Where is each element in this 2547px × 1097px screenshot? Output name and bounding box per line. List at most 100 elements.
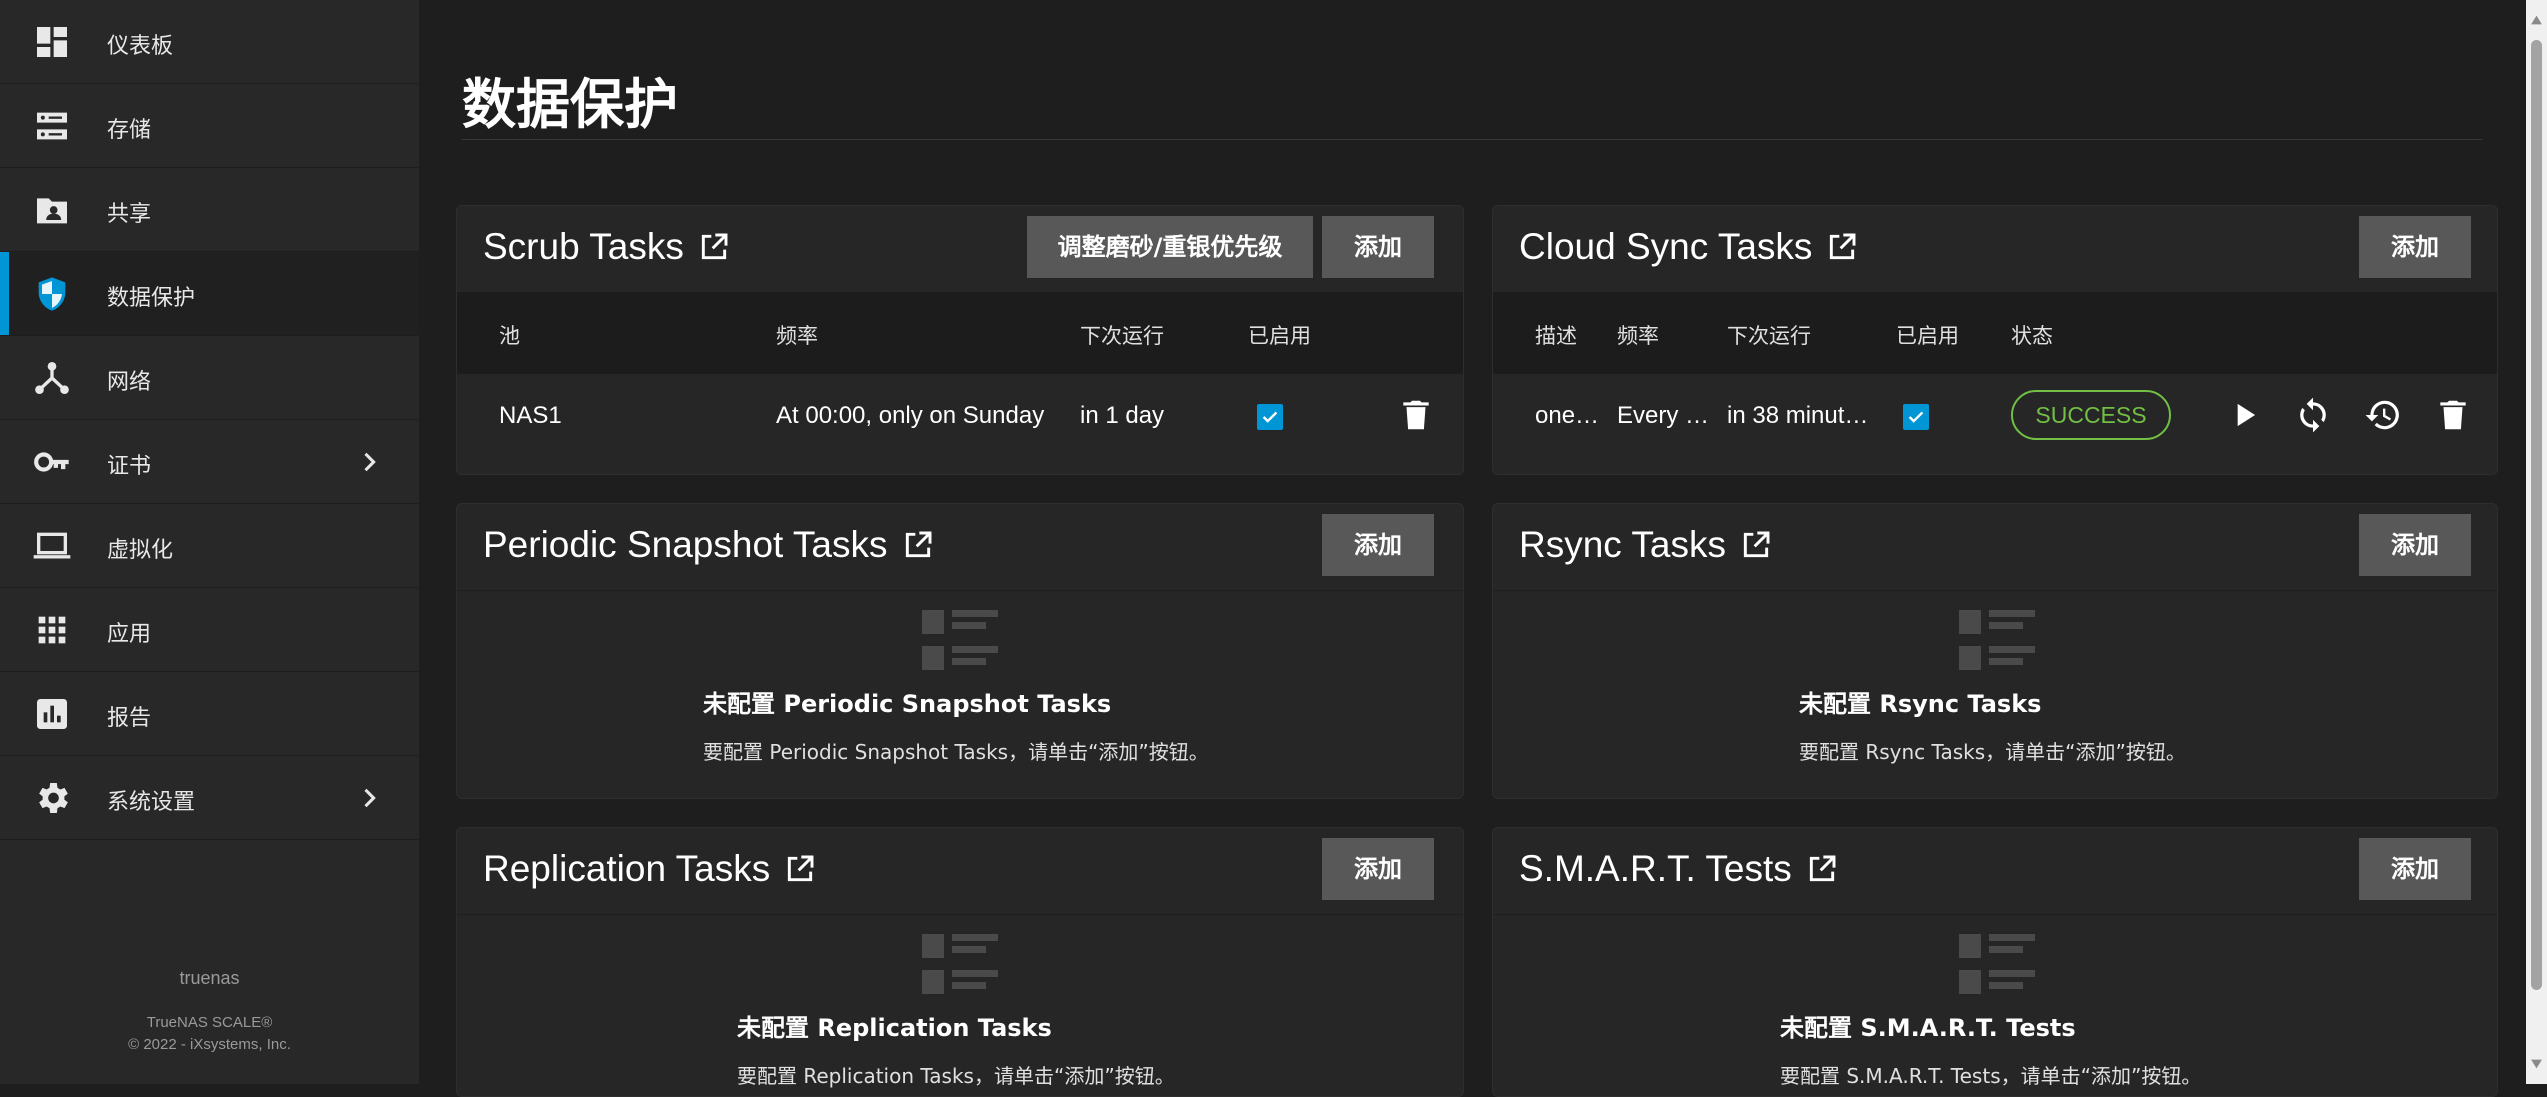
- laptop-icon: [32, 526, 72, 566]
- table-row[interactable]: NAS1 At 00:00, only on Sunday in 1 day: [457, 374, 1463, 458]
- storage-icon: [32, 106, 72, 146]
- empty-state-message: 要配置 Periodic Snapshot Tasks，请单击“添加”按钮。: [703, 740, 1209, 764]
- next-run-cell: in 38 minut…: [1727, 402, 1869, 429]
- delete-icon[interactable]: [2434, 396, 2472, 434]
- empty-list-icon: [922, 610, 998, 672]
- sidebar: 仪表板 存储 共享 数据保护 网络 证书 虚拟化 应用 报告 系统设置 true…: [0, 0, 419, 1084]
- cloud-sync-tasks-card: Cloud Sync Tasks 添加 描述 频率 下次运行 已启用 状态 on…: [1492, 205, 2498, 475]
- sync-icon[interactable]: [2294, 396, 2332, 434]
- empty-list-icon: [1959, 934, 2035, 996]
- scrollbar-thumb[interactable]: [2531, 40, 2542, 990]
- column-header: 状态: [2011, 324, 2053, 348]
- sidebar-item-label: 证书: [107, 454, 152, 479]
- column-header: 已启用: [1248, 324, 1311, 348]
- check-icon: [1262, 411, 1278, 423]
- next-run-cell: in 1 day: [1080, 402, 1165, 429]
- scroll-up-arrow-icon[interactable]: [2530, 14, 2543, 26]
- replication-tasks-card: Replication Tasks 添加 未配置 Replication Tas…: [456, 827, 1464, 1097]
- add-button[interactable]: 添加: [2359, 216, 2471, 278]
- empty-state-message: 要配置 S.M.A.R.T. Tests，请单击“添加”按钮。: [1780, 1064, 2202, 1088]
- column-header: 下次运行: [1727, 324, 1811, 348]
- column-header: 描述: [1535, 324, 1577, 348]
- apps-grid-icon: [32, 610, 72, 650]
- delete-icon[interactable]: [1397, 396, 1435, 434]
- sidebar-item-virtualization[interactable]: 虚拟化: [0, 504, 419, 588]
- add-button[interactable]: 添加: [1322, 838, 1434, 900]
- sidebar-item-system-settings[interactable]: 系统设置: [0, 756, 419, 840]
- description-cell: one…: [1535, 402, 1600, 429]
- card-header: Rsync Tasks 添加: [1493, 504, 2497, 591]
- open-in-new-icon[interactable]: [902, 529, 934, 561]
- sidebar-item-data-protection[interactable]: 数据保护: [0, 252, 419, 336]
- sidebar-item-label: 网络: [107, 370, 152, 395]
- card-title[interactable]: Rsync Tasks: [1519, 524, 1772, 566]
- chevron-right-icon: [355, 448, 383, 476]
- restore-history-icon[interactable]: [2364, 396, 2402, 434]
- sidebar-item-network[interactable]: 网络: [0, 336, 419, 420]
- table-header: 描述 频率 下次运行 已启用 状态: [1493, 292, 2497, 374]
- sidebar-item-label: 报告: [107, 706, 152, 731]
- copyright-text: © 2022 - iXsystems, Inc.: [128, 1036, 291, 1053]
- add-button[interactable]: 添加: [1322, 514, 1434, 576]
- sidebar-item-label: 仪表板: [107, 34, 174, 59]
- column-header: 频率: [1617, 324, 1659, 348]
- key-icon: [32, 442, 72, 482]
- column-header: 已启用: [1896, 324, 1959, 348]
- folder-share-icon: [32, 190, 72, 230]
- scroll-down-arrow-icon[interactable]: [2530, 1058, 2543, 1070]
- card-title-text: Rsync Tasks: [1519, 524, 1726, 565]
- open-in-new-icon[interactable]: [698, 231, 730, 263]
- card-title[interactable]: Cloud Sync Tasks: [1519, 226, 1858, 268]
- status-badge[interactable]: SUCCESS: [2011, 390, 2171, 440]
- empty-state-title: 未配置 Rsync Tasks: [1799, 690, 2042, 718]
- card-title-text: Periodic Snapshot Tasks: [483, 524, 888, 565]
- card-header: S.M.A.R.T. Tests 添加: [1493, 828, 2497, 915]
- adjust-priority-button[interactable]: 调整磨砂/重银优先级: [1027, 216, 1313, 278]
- open-in-new-icon[interactable]: [784, 853, 816, 885]
- enabled-checkbox[interactable]: [1903, 404, 1929, 430]
- sidebar-item-certificates[interactable]: 证书: [0, 420, 419, 504]
- play-icon[interactable]: [2225, 396, 2263, 434]
- security-shield-icon: [32, 274, 72, 314]
- sidebar-item-reports[interactable]: 报告: [0, 672, 419, 756]
- chart-icon: [32, 694, 72, 734]
- frequency-cell: Every …: [1617, 402, 1710, 429]
- add-button[interactable]: 添加: [1322, 216, 1434, 278]
- card-title[interactable]: S.M.A.R.T. Tests: [1519, 848, 1838, 890]
- card-title[interactable]: Scrub Tasks: [483, 226, 730, 268]
- network-icon: [32, 358, 72, 398]
- smart-tests-card: S.M.A.R.T. Tests 添加 未配置 S.M.A.R.T. Tests…: [1492, 827, 2498, 1097]
- open-in-new-icon[interactable]: [1806, 853, 1838, 885]
- enabled-checkbox[interactable]: [1257, 404, 1283, 430]
- open-in-new-icon[interactable]: [1826, 231, 1858, 263]
- empty-list-icon: [922, 934, 998, 996]
- empty-list-icon: [1959, 610, 2035, 672]
- card-title[interactable]: Periodic Snapshot Tasks: [483, 524, 934, 566]
- sidebar-item-shares[interactable]: 共享: [0, 168, 419, 252]
- sidebar-item-label: 系统设置: [107, 790, 196, 815]
- sidebar-item-storage[interactable]: 存储: [0, 84, 419, 168]
- rsync-tasks-card: Rsync Tasks 添加 未配置 Rsync Tasks 要配置 Rsync…: [1492, 503, 2498, 799]
- table-row[interactable]: one… Every … in 38 minut… SUCCESS: [1493, 374, 2497, 458]
- column-header: 池: [499, 324, 520, 348]
- card-title[interactable]: Replication Tasks: [483, 848, 816, 890]
- add-button[interactable]: 添加: [2359, 514, 2471, 576]
- vertical-scrollbar[interactable]: [2526, 0, 2547, 1084]
- empty-state-message: 要配置 Replication Tasks，请单击“添加”按钮。: [737, 1064, 1175, 1088]
- sidebar-item-label: 存储: [107, 118, 152, 143]
- sidebar-item-apps[interactable]: 应用: [0, 588, 419, 672]
- pool-cell: NAS1: [499, 402, 562, 429]
- sidebar-item-label: 数据保护: [107, 286, 196, 311]
- empty-state-title: 未配置 Periodic Snapshot Tasks: [703, 690, 1112, 718]
- card-header: Cloud Sync Tasks 添加: [1493, 206, 2497, 293]
- chevron-right-icon: [355, 784, 383, 812]
- page-title: 数据保护: [462, 73, 678, 136]
- hostname: truenas: [179, 968, 240, 988]
- card-header: Scrub Tasks 调整磨砂/重银优先级 添加: [457, 206, 1463, 293]
- add-button[interactable]: 添加: [2359, 838, 2471, 900]
- frequency-cell: At 00:00, only on Sunday: [776, 402, 1045, 429]
- dashboard-icon: [32, 22, 72, 62]
- sidebar-item-dashboard[interactable]: 仪表板: [0, 0, 419, 84]
- open-in-new-icon[interactable]: [1740, 529, 1772, 561]
- card-title-text: Replication Tasks: [483, 848, 771, 889]
